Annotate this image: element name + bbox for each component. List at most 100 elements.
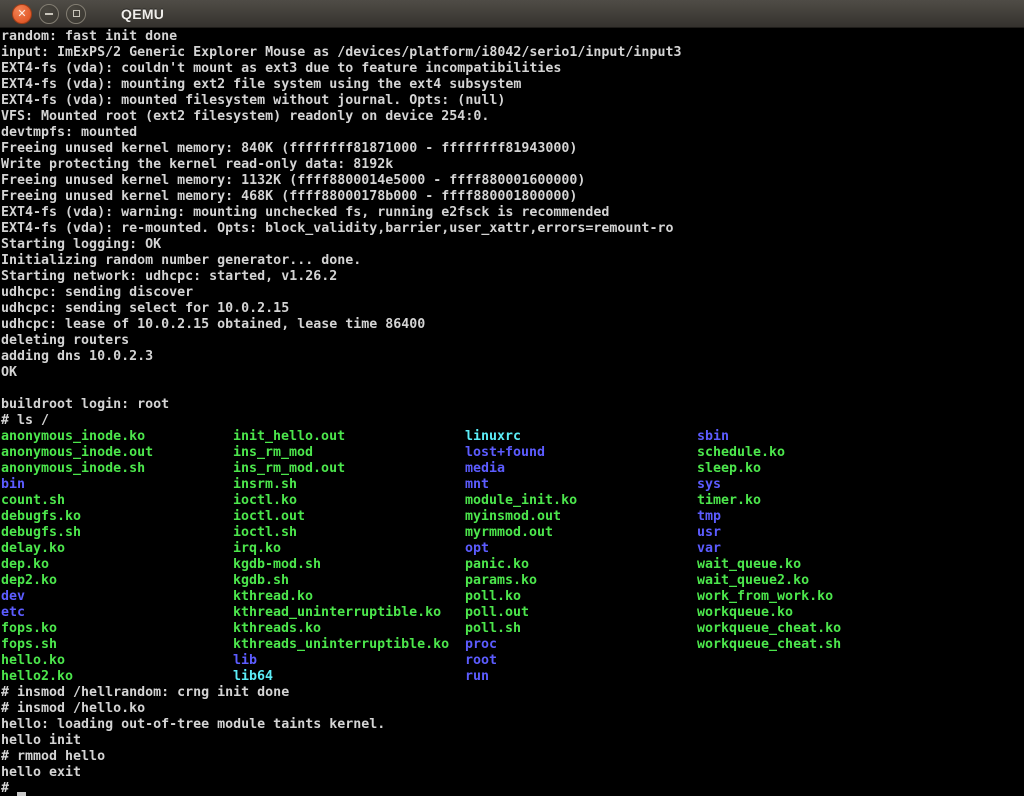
console-line: EXT4-fs (vda): mounted filesystem withou… xyxy=(1,93,1024,109)
file-entry: tmp xyxy=(697,509,929,525)
prompt-line: # xyxy=(1,781,1024,796)
close-button[interactable]: ✕ xyxy=(12,4,32,24)
file-entry: insrm.sh xyxy=(233,477,465,493)
file-entry: opt xyxy=(465,541,697,557)
empty-cell xyxy=(697,669,929,685)
minimize-icon xyxy=(45,13,53,15)
file-entry: timer.ko xyxy=(697,493,929,509)
file-entry: init_hello.out xyxy=(233,429,465,445)
console-line: Freeing unused kernel memory: 1132K (fff… xyxy=(1,173,1024,189)
file-entry: lib64 xyxy=(233,669,465,685)
console-line: EXT4-fs (vda): warning: mounting uncheck… xyxy=(1,205,1024,221)
file-entry: run xyxy=(465,669,697,685)
file-entry: sbin xyxy=(697,429,929,445)
file-entry: anonymous_inode.ko xyxy=(1,429,233,445)
file-entry: workqueue_cheat.ko xyxy=(697,621,929,637)
file-entry: params.ko xyxy=(465,573,697,589)
file-entry: delay.ko xyxy=(1,541,233,557)
window-title: QEMU xyxy=(121,6,164,22)
console-line: hello exit xyxy=(1,765,1024,781)
file-entry: wait_queue.ko xyxy=(697,557,929,573)
file-entry: root xyxy=(465,653,697,669)
titlebar[interactable]: ✕ QEMU xyxy=(0,0,1024,28)
minimize-button[interactable] xyxy=(39,4,59,24)
console-line xyxy=(1,381,1024,397)
file-entry: module_init.ko xyxy=(465,493,697,509)
file-entry: anonymous_inode.sh xyxy=(1,461,233,477)
file-entry: fops.sh xyxy=(1,637,233,653)
console-line: Freeing unused kernel memory: 468K (ffff… xyxy=(1,189,1024,205)
console-line: EXT4-fs (vda): mounting ext2 file system… xyxy=(1,77,1024,93)
file-entry: dev xyxy=(1,589,233,605)
file-entry: kgdb.sh xyxy=(233,573,465,589)
console-line: Write protecting the kernel read-only da… xyxy=(1,157,1024,173)
file-entry: lib xyxy=(233,653,465,669)
file-entry: media xyxy=(465,461,697,477)
terminal-screen[interactable]: random: fast init doneinput: ImExPS/2 Ge… xyxy=(0,28,1024,796)
file-entry: anonymous_inode.out xyxy=(1,445,233,461)
file-entry: dep.ko xyxy=(1,557,233,573)
file-entry: kthreads.ko xyxy=(233,621,465,637)
file-entry: poll.sh xyxy=(465,621,697,637)
file-entry: usr xyxy=(697,525,929,541)
file-entry: hello2.ko xyxy=(1,669,233,685)
file-entry: ioctl.ko xyxy=(233,493,465,509)
file-entry: wait_queue2.ko xyxy=(697,573,929,589)
file-entry: kgdb-mod.sh xyxy=(233,557,465,573)
console-line: udhcpc: sending select for 10.0.2.15 xyxy=(1,301,1024,317)
file-entry: myinsmod.out xyxy=(465,509,697,525)
file-entry: sys xyxy=(697,477,929,493)
file-entry: kthread_uninterruptible.ko xyxy=(233,605,465,621)
console-line: Initializing random number generator... … xyxy=(1,253,1024,269)
file-entry: etc xyxy=(1,605,233,621)
file-entry: dep2.ko xyxy=(1,573,233,589)
file-entry: poll.out xyxy=(465,605,697,621)
console-line: input: ImExPS/2 Generic Explorer Mouse a… xyxy=(1,45,1024,61)
console-line: Starting logging: OK xyxy=(1,237,1024,253)
shell-output: # insmod /hellrandom: crng init done# in… xyxy=(1,685,1024,781)
file-entry: schedule.ko xyxy=(697,445,929,461)
file-entry: kthread.ko xyxy=(233,589,465,605)
console-line: EXT4-fs (vda): couldn't mount as ext3 du… xyxy=(1,61,1024,77)
console-line: udhcpc: sending discover xyxy=(1,285,1024,301)
file-entry: work_from_work.ko xyxy=(697,589,929,605)
file-entry: bin xyxy=(1,477,233,493)
maximize-button[interactable] xyxy=(66,4,86,24)
console-line: VFS: Mounted root (ext2 filesystem) read… xyxy=(1,109,1024,125)
file-entry: linuxrc xyxy=(465,429,697,445)
file-entry: debugfs.sh xyxy=(1,525,233,541)
file-entry: ins_rm_mod xyxy=(233,445,465,461)
file-entry: workqueue.ko xyxy=(697,605,929,621)
file-entry: ioctl.out xyxy=(233,509,465,525)
file-entry: myrmmod.out xyxy=(465,525,697,541)
file-entry: kthreads_uninterruptible.ko xyxy=(233,637,465,653)
console-line: OK xyxy=(1,365,1024,381)
file-entry: debugfs.ko xyxy=(1,509,233,525)
console-line: # ls / xyxy=(1,413,1024,429)
empty-cell xyxy=(697,653,929,669)
file-entry: fops.ko xyxy=(1,621,233,637)
file-listing: anonymous_inode.koanonymous_inode.outano… xyxy=(1,429,1024,685)
file-entry: ioctl.sh xyxy=(233,525,465,541)
shell-prompt: # xyxy=(1,781,17,796)
console-line: buildroot login: root xyxy=(1,397,1024,413)
console-line: hello: loading out-of-tree module taints… xyxy=(1,717,1024,733)
file-entry: ins_rm_mod.out xyxy=(233,461,465,477)
file-entry: proc xyxy=(465,637,697,653)
file-entry: var xyxy=(697,541,929,557)
file-entry: hello.ko xyxy=(1,653,233,669)
file-entry: poll.ko xyxy=(465,589,697,605)
file-entry: irq.ko xyxy=(233,541,465,557)
boot-log: random: fast init doneinput: ImExPS/2 Ge… xyxy=(1,29,1024,429)
file-entry: workqueue_cheat.sh xyxy=(697,637,929,653)
console-line: adding dns 10.0.2.3 xyxy=(1,349,1024,365)
close-icon: ✕ xyxy=(17,8,26,19)
file-entry: lost+found xyxy=(465,445,697,461)
console-line: devtmpfs: mounted xyxy=(1,125,1024,141)
file-entry: sleep.ko xyxy=(697,461,929,477)
console-line: EXT4-fs (vda): re-mounted. Opts: block_v… xyxy=(1,221,1024,237)
file-entry: panic.ko xyxy=(465,557,697,573)
console-line: # insmod /hello.ko xyxy=(1,701,1024,717)
text-cursor xyxy=(17,792,26,796)
console-line: deleting routers xyxy=(1,333,1024,349)
